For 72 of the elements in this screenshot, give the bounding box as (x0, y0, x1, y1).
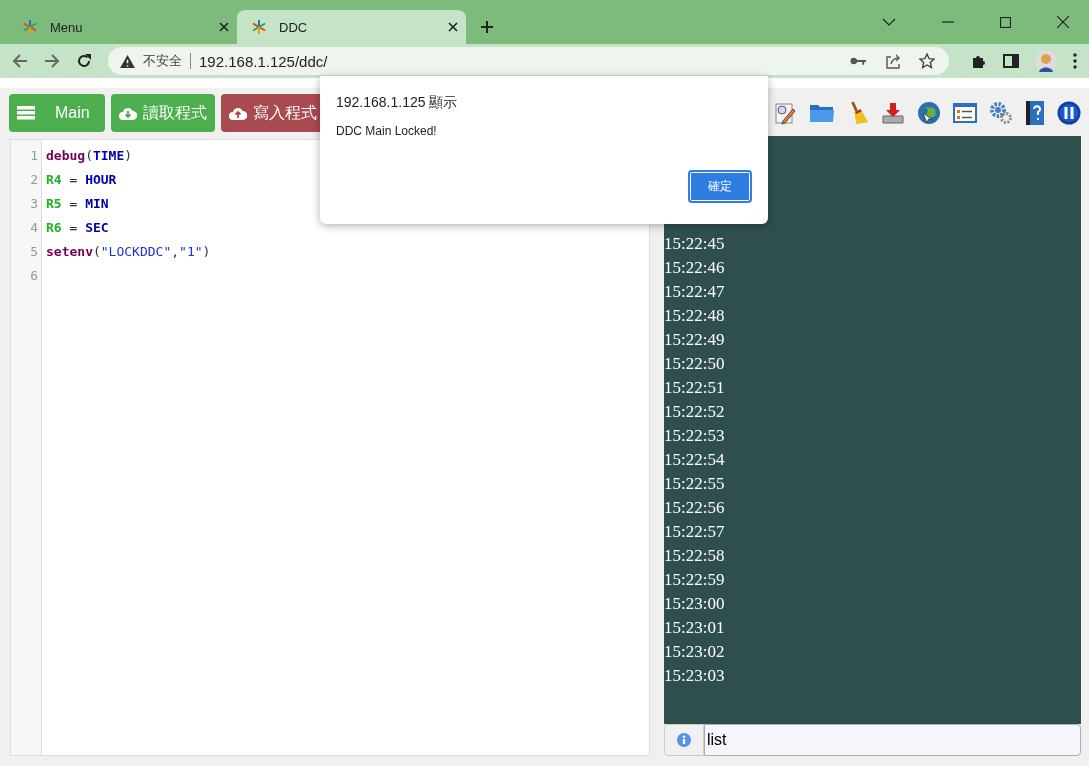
line-number: 4 (29, 219, 39, 237)
console-line: 15:22:53 (664, 426, 725, 445)
code-line: R5 = MIN (46, 196, 109, 211)
console-line: 15:22:58 (664, 546, 725, 565)
star-icon[interactable] (919, 53, 935, 69)
info-button[interactable] (664, 724, 704, 756)
pause-icon[interactable] (1057, 101, 1081, 125)
avatar-icon[interactable] (1035, 50, 1057, 72)
browser-tab[interactable]: DDC (237, 10, 466, 44)
cloud-upload-icon (229, 106, 247, 120)
console-line: 15:22:49 (664, 330, 725, 349)
share-icon[interactable] (885, 53, 901, 69)
console-line: 15:23:00 (664, 594, 725, 613)
document-edit-icon[interactable] (773, 101, 797, 125)
address-bar[interactable]: 不安全 192.168.1.125/ddc/ (108, 47, 949, 75)
console-line: 15:22:50 (664, 354, 725, 373)
url-text: 192.168.1.125/ddc/ (199, 52, 328, 70)
line-number: 5 (29, 243, 39, 261)
cloud-download-icon (119, 106, 137, 120)
list-window-icon[interactable] (953, 103, 977, 123)
back-arrow-icon[interactable] (12, 53, 28, 69)
code-line: R6 = SEC (46, 220, 109, 235)
code-editor[interactable]: 1 2 3 4 5 6 debug(TIME) R4 = HOUR R5 = MIN R6 = SEC setenv("LOCKDDC","1") (10, 139, 650, 756)
line-number: 1 (29, 147, 39, 165)
help-book-icon[interactable] (1025, 100, 1045, 126)
warning-icon (120, 54, 135, 68)
code-line: debug(TIME) (46, 148, 133, 163)
console-line: 15:23:02 (664, 642, 725, 661)
security-label: 不安全 (143, 52, 182, 70)
dialog-title: 192.168.1.125 顯示 (336, 94, 459, 112)
more-icon[interactable] (1073, 53, 1077, 69)
code-line: R4 = HOUR (46, 172, 117, 187)
close-icon[interactable] (219, 22, 229, 32)
server-icon (17, 106, 35, 120)
console-line: 15:22:57 (664, 522, 725, 541)
console-line: 15:22:46 (664, 258, 725, 277)
info-icon (677, 733, 691, 747)
command-field[interactable]: list (704, 724, 1081, 756)
plus-icon[interactable] (480, 20, 494, 34)
code-line: setenv("LOCKDDC","1") (46, 244, 211, 259)
line-number: 3 (29, 195, 39, 213)
maximize-icon[interactable] (1000, 16, 1011, 28)
close-icon[interactable] (448, 22, 458, 32)
browser-tab[interactable]: Menu (8, 10, 237, 44)
asterisk-icon (251, 19, 267, 35)
ok-button[interactable]: 確定 (688, 170, 752, 203)
puzzle-icon[interactable] (971, 53, 987, 69)
line-number: 2 (29, 171, 39, 189)
line-number: 6 (29, 267, 39, 285)
close-icon[interactable] (1057, 16, 1069, 28)
console-line: 15:22:45 (664, 234, 725, 253)
chevron-down-icon[interactable] (882, 17, 896, 27)
side-panel-icon[interactable] (1003, 54, 1019, 68)
gears-icon[interactable] (989, 101, 1013, 125)
asterisk-icon (22, 19, 38, 35)
key-icon[interactable] (850, 56, 867, 66)
download-tray-icon[interactable] (881, 102, 905, 124)
folder-icon[interactable] (809, 103, 835, 123)
reload-icon[interactable] (76, 53, 92, 69)
console-line: 15:22:48 (664, 306, 725, 325)
forward-arrow-icon[interactable] (44, 53, 60, 69)
console-line: 15:22:59 (664, 570, 725, 589)
console-line: 15:22:47 (664, 282, 725, 301)
console-line: 15:22:55 (664, 474, 725, 493)
console-line: 15:22:51 (664, 378, 725, 397)
dialog-message: DDC Main Locked! (336, 124, 438, 138)
console-line: 15:22:54 (664, 450, 725, 469)
globe-icon[interactable] (917, 101, 941, 125)
console-line: 15:23:01 (664, 618, 725, 637)
console-line: 15:22:56 (664, 498, 725, 517)
console-line: 15:22:52 (664, 402, 725, 421)
console-line: 15:23:03 (664, 666, 725, 685)
